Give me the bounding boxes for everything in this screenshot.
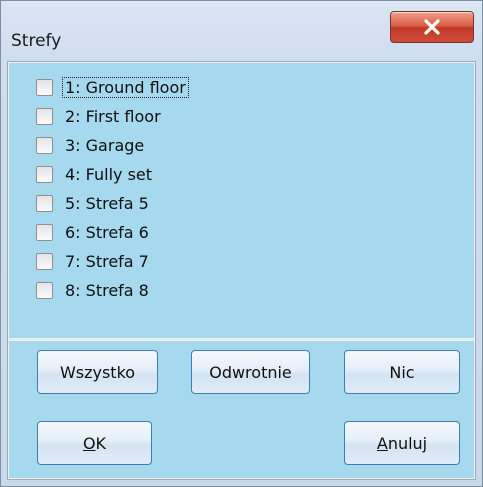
zone-item[interactable]: 3: Garage [26,131,146,159]
zone-checkbox[interactable] [36,136,53,154]
select-all-button[interactable]: Wszystko [37,350,158,394]
ok-mnemonic: O [82,433,96,453]
zone-checkbox[interactable] [36,223,53,241]
zone-checkbox[interactable] [36,281,53,299]
zone-label: 6: Strefa 6 [65,222,149,242]
zone-checkbox[interactable] [36,78,53,96]
zone-label: 4: Fully set [65,164,153,184]
zone-item[interactable]: 7: Strefa 7 [26,247,151,275]
zone-item[interactable]: 2: First floor [26,102,163,130]
invert-selection-button[interactable]: Odwrotnie [191,350,310,394]
zone-checkbox[interactable] [36,252,53,270]
zone-item[interactable]: 8: Strefa 8 [26,276,151,304]
zone-label: 7: Strefa 7 [65,251,149,271]
zone-label: 5: Strefa 5 [65,193,149,213]
zone-label: 1: Ground floor [62,76,189,98]
cancel-button[interactable]: Anuluj [344,421,460,465]
window-title: Strefy [11,31,62,51]
zone-checkbox[interactable] [36,165,53,183]
close-icon [424,19,440,35]
zone-checkbox[interactable] [36,194,53,212]
ok-button[interactable]: OK [37,421,152,465]
select-none-button[interactable]: Nic [344,350,460,394]
zone-item[interactable]: 5: Strefa 5 [26,189,151,217]
zone-item[interactable]: 1: Ground floor [26,73,189,101]
zone-label: 2: First floor [65,106,161,126]
cancel-label-rest: nuluj [387,433,428,453]
ok-label-rest: K [95,433,107,453]
zone-item[interactable]: 4: Fully set [26,160,154,188]
zone-checkbox[interactable] [36,107,53,125]
cancel-mnemonic: A [376,433,388,453]
zone-item[interactable]: 6: Strefa 6 [26,218,151,246]
zone-label: 8: Strefa 8 [65,280,149,300]
zone-label: 3: Garage [65,135,145,155]
close-button[interactable] [390,11,474,43]
